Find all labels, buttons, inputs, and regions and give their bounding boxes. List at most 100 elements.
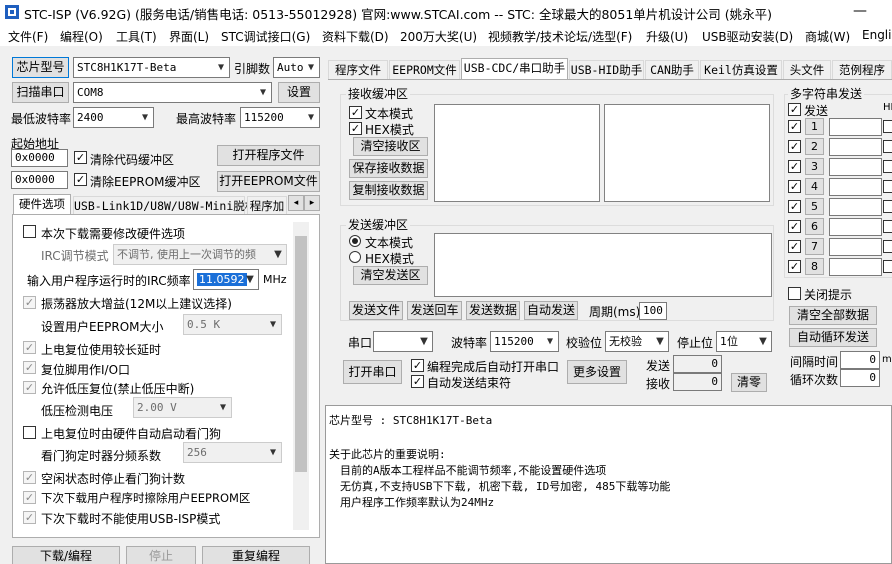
eeprom-address-input[interactable]: 0x0000 <box>11 171 68 189</box>
info-log-area[interactable]: 芯片型号 : STC8H1K17T-Beta 关于此芯片的重要说明: 目前的A版… <box>325 405 892 564</box>
tab-program-file[interactable]: 程序文件 <box>328 60 388 79</box>
row-4-hex-checkbox[interactable] <box>883 180 892 193</box>
recv-hex-mode-checkbox[interactable]: ✓ <box>349 122 362 135</box>
row-4-checkbox[interactable]: ✓ <box>788 180 801 193</box>
serial-port-select[interactable]: ▼ <box>373 331 433 352</box>
menu-download[interactable]: 资料下载(D) <box>322 28 389 45</box>
scan-port-button[interactable]: 扫描串口 <box>12 82 69 103</box>
menu-file[interactable]: 文件(F) <box>8 28 48 45</box>
tab-usb-cdc-serial[interactable]: USB-CDC/串口助手 <box>461 58 568 79</box>
download-program-button[interactable]: 下载/编程 <box>12 546 120 564</box>
row-4-input[interactable] <box>829 178 882 196</box>
irc-mode-select[interactable]: 不调节, 使用上一次调节的频 ▼ <box>113 244 287 265</box>
receive-text-area[interactable] <box>434 104 600 202</box>
tab-keil-sim[interactable]: Keil仿真设置 <box>700 60 782 79</box>
menu-usb-driver[interactable]: USB驱动安装(D) <box>702 28 793 45</box>
auto-open-port-checkbox[interactable]: ✓ <box>411 359 424 372</box>
tab-hardware-options[interactable]: 硬件选项 <box>13 194 71 215</box>
recv-text-mode-checkbox[interactable]: ✓ <box>349 106 362 119</box>
send-file-button[interactable]: 发送文件 <box>349 301 403 320</box>
menu-prize[interactable]: 200万大奖(U) <box>400 28 477 45</box>
row-5-send-button[interactable]: 5 <box>805 198 824 215</box>
row-7-hex-checkbox[interactable] <box>883 240 892 253</box>
row-8-input[interactable] <box>829 258 882 276</box>
close-tip-checkbox[interactable] <box>788 287 801 300</box>
row-5-hex-checkbox[interactable] <box>883 200 892 213</box>
modify-options-checkbox[interactable] <box>23 225 36 238</box>
code-address-input[interactable]: 0x0000 <box>11 149 68 167</box>
row-2-checkbox[interactable]: ✓ <box>788 140 801 153</box>
copy-receive-button[interactable]: 复制接收数据 <box>349 181 428 200</box>
open-program-file-button[interactable]: 打开程序文件 <box>217 145 320 166</box>
chip-model-button[interactable]: 芯片型号 <box>12 57 69 78</box>
send-text-mode-radio[interactable] <box>349 235 361 247</box>
clear-all-data-button[interactable]: 清空全部数据 <box>789 306 877 325</box>
idle-wdt-checkbox[interactable]: ✓ <box>23 471 36 484</box>
menu-debug[interactable]: STC调试接口(G) <box>221 28 310 45</box>
reprogram-button[interactable]: 重复编程 <box>202 546 310 564</box>
menu-upgrade[interactable]: 升级(U) <box>646 28 688 45</box>
min-baud-select[interactable]: 2400 ▼ <box>73 107 154 128</box>
tab-eeprom-file[interactable]: EEPROM文件 <box>389 60 460 79</box>
row-1-send-button[interactable]: 1 <box>805 118 824 135</box>
multi-send-all-checkbox[interactable]: ✓ <box>788 103 801 116</box>
tab-header-file[interactable]: 头文件 <box>783 60 831 79</box>
lvd-voltage-select[interactable]: 2.00 V ▼ <box>133 397 232 418</box>
menu-tools[interactable]: 工具(T) <box>116 28 157 45</box>
row-5-input[interactable] <box>829 198 882 216</box>
auto-loop-send-button[interactable]: 自动循环发送 <box>789 328 877 347</box>
row-2-send-button[interactable]: 2 <box>805 138 824 155</box>
row-1-hex-checkbox[interactable] <box>883 120 892 133</box>
open-serial-port-button[interactable]: 打开串口 <box>343 360 402 384</box>
clear-code-checkbox[interactable]: ✓ <box>74 151 87 164</box>
row-6-send-button[interactable]: 6 <box>805 218 824 235</box>
stop-bits-select[interactable]: 1位 ▼ <box>716 331 772 352</box>
tab-usb-link[interactable]: USB-Link1D/U8W/U8W-Mini脱机 <box>73 196 256 215</box>
row-5-checkbox[interactable]: ✓ <box>788 200 801 213</box>
row-8-hex-checkbox[interactable] <box>883 260 892 273</box>
menu-english[interactable]: Engli <box>862 28 891 42</box>
reset-io-checkbox[interactable]: ✓ <box>23 361 36 374</box>
row-6-hex-checkbox[interactable] <box>883 220 892 233</box>
row-6-checkbox[interactable]: ✓ <box>788 220 801 233</box>
baud-rate-select[interactable]: 115200 ▼ <box>490 331 559 352</box>
settings-button[interactable]: 设置 <box>278 82 320 103</box>
interval-input[interactable]: 0 <box>840 351 880 369</box>
erase-eeprom-checkbox[interactable]: ✓ <box>23 491 36 504</box>
tab-can[interactable]: CAN助手 <box>645 60 699 79</box>
row-6-input[interactable] <box>829 218 882 236</box>
row-3-checkbox[interactable]: ✓ <box>788 160 801 173</box>
more-settings-button[interactable]: 更多设置 <box>567 360 627 384</box>
row-7-checkbox[interactable]: ✓ <box>788 240 801 253</box>
chip-model-select[interactable]: STC8H1K17T-Beta ▼ <box>73 57 230 78</box>
options-scrollbar[interactable] <box>293 222 309 530</box>
row-8-checkbox[interactable]: ✓ <box>788 260 801 273</box>
row-4-send-button[interactable]: 4 <box>805 178 824 195</box>
row-2-input[interactable] <box>829 138 882 156</box>
tab-scroll-right-button[interactable]: ▸ <box>304 195 320 211</box>
parity-select[interactable]: 无校验 ▼ <box>605 331 669 352</box>
wdt-divider-select[interactable]: 256 ▼ <box>183 442 282 463</box>
power-delay-checkbox[interactable]: ✓ <box>23 341 36 354</box>
row-1-checkbox[interactable]: ✓ <box>788 120 801 133</box>
wdt-auto-checkbox[interactable] <box>23 426 36 439</box>
lvd-reset-checkbox[interactable]: ✓ <box>23 381 36 394</box>
minimize-button[interactable]: — <box>838 0 882 24</box>
send-return-button[interactable]: 发送回车 <box>407 301 462 320</box>
row-7-input[interactable] <box>829 238 882 256</box>
row-8-send-button[interactable]: 8 <box>805 258 824 275</box>
eeprom-size-select[interactable]: 0.5 K ▼ <box>183 314 282 335</box>
disable-usb-isp-checkbox[interactable]: ✓ <box>23 511 36 524</box>
row-3-input[interactable] <box>829 158 882 176</box>
tab-scroll-left-button[interactable]: ◂ <box>288 195 304 211</box>
tab-examples[interactable]: 范例程序 <box>832 60 892 79</box>
menu-video[interactable]: 视频教学/技术论坛/选型(F) <box>488 28 632 45</box>
row-3-hex-checkbox[interactable] <box>883 160 892 173</box>
receive-hex-area[interactable] <box>604 104 770 202</box>
menu-interface[interactable]: 界面(L) <box>169 28 209 45</box>
open-eeprom-file-button[interactable]: 打开EEPROM文件 <box>217 171 320 192</box>
row-3-send-button[interactable]: 3 <box>805 158 824 175</box>
loop-count-input[interactable]: 0 <box>840 369 880 387</box>
max-baud-select[interactable]: 115200 ▼ <box>240 107 320 128</box>
osc-gain-checkbox[interactable]: ✓ <box>23 296 36 309</box>
